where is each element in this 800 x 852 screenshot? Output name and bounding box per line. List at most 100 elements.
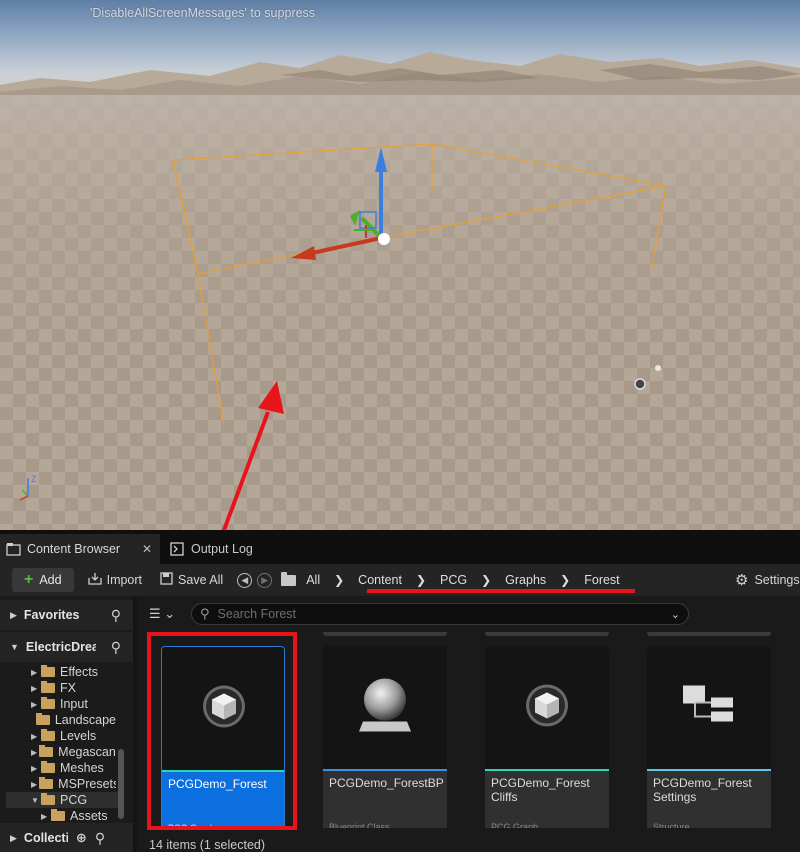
- import-button[interactable]: Import: [87, 568, 143, 592]
- folder-icon: [41, 729, 55, 741]
- folder-icon: [41, 697, 55, 709]
- tab-output-log[interactable]: Output Log: [164, 534, 274, 564]
- output-log-icon: [170, 542, 186, 556]
- asset-name: PCGDemo_ForestBP: [323, 771, 447, 828]
- expand-arrow-icon[interactable]: ▶: [31, 700, 39, 709]
- search-icon: ⚲: [200, 606, 210, 621]
- tree-scrollbar[interactable]: [118, 749, 124, 819]
- light-icon: [634, 365, 661, 390]
- add-collection-icon[interactable]: ⊕: [76, 830, 87, 846]
- sources-panel: ▶ Favorites ⚲ ▼ ElectricDreams ⚲ ▶ Effect…: [0, 596, 133, 852]
- collections-header[interactable]: ▶ Collections ⊕ ⚲: [0, 823, 133, 852]
- tree-item[interactable]: Landscape: [0, 712, 116, 728]
- tree-item-label: Effects: [60, 665, 98, 679]
- folder-icon: [51, 809, 65, 821]
- scene-overlay: Z: [19, 143, 667, 530]
- save-icon: [160, 572, 173, 588]
- tree-item[interactable]: ▶ Megascans: [0, 744, 116, 760]
- tree-item-label: FX: [60, 681, 76, 695]
- gear-icon: ⚙: [735, 572, 749, 589]
- breadcrumb-forest[interactable]: Forest: [584, 573, 619, 587]
- expand-arrow-icon[interactable]: ▶: [31, 748, 37, 757]
- tree-item[interactable]: ▶ Levels: [0, 728, 116, 744]
- favorites-header[interactable]: ▶ Favorites ⚲: [0, 600, 133, 630]
- content-browser-panel: Content Browser ✕ Output Log + Add Impor…: [0, 530, 800, 852]
- back-icon[interactable]: ◀: [237, 572, 253, 588]
- folder-icon: [41, 681, 55, 693]
- filter-icon[interactable]: ☰ ⌄: [149, 606, 175, 622]
- asset-thumbnail: [485, 646, 609, 769]
- favorites-label: Favorites: [23, 608, 80, 622]
- expand-arrow-icon: ▶: [10, 609, 17, 620]
- expand-arrow-icon[interactable]: ▶: [41, 812, 49, 821]
- breadcrumb-graphs[interactable]: Graphs: [505, 573, 546, 587]
- previous-row-tile-edge: [485, 632, 609, 636]
- breadcrumb-content[interactable]: Content: [358, 573, 402, 587]
- search-icon[interactable]: ⚲: [95, 830, 105, 847]
- content-browser-icon: [6, 542, 22, 556]
- import-icon: [87, 572, 102, 588]
- previous-row-tile-edge: [323, 632, 447, 636]
- settings-button[interactable]: ⚙ Settings: [735, 568, 800, 592]
- folder-icon: [41, 793, 55, 805]
- tree-item[interactable]: ▶ MSPresets: [0, 776, 116, 792]
- pcg-graph-icon: [522, 680, 572, 735]
- asset-name: PCGDemo_Forest Cliffs: [485, 771, 609, 828]
- folder-tree: ▶ Effects ▶ FX ▶ Input Landscape ▶ Levels ▶ Megasc…: [0, 664, 133, 824]
- tree-item[interactable]: ▶ FX: [0, 680, 116, 696]
- tree-item-label: Levels: [60, 729, 97, 743]
- axis-indicator: Z: [19, 474, 37, 501]
- breadcrumb-pcg[interactable]: PCG: [440, 573, 467, 587]
- asset-name: PCGDemo_Forest Settings: [647, 771, 771, 828]
- project-header[interactable]: ▼ ElectricDreams ⚲: [0, 632, 133, 662]
- level-viewport[interactable]: 'DisableAllScreenMessages' to suppress Z: [0, 0, 800, 530]
- tree-item-label: Megascans: [58, 745, 116, 759]
- folder-icon: [281, 571, 297, 586]
- asset-thumbnail: [323, 646, 447, 769]
- tree-item-label: Meshes: [60, 761, 104, 775]
- asset-tile[interactable]: PCGDemo_Forest Cliffs PCG Graph: [485, 646, 609, 828]
- tab-content-browser[interactable]: Content Browser ✕: [0, 534, 160, 564]
- unreal-editor: 'DisableAllScreenMessages' to suppress Z…: [0, 0, 800, 852]
- settings-label: Settings: [754, 573, 800, 587]
- tab-label: Output Log: [191, 542, 253, 556]
- import-label: Import: [106, 573, 143, 587]
- tree-item[interactable]: ▼ PCG: [6, 792, 119, 808]
- transform-gizmo: [291, 147, 390, 260]
- tree-item-label: MSPresets: [58, 777, 116, 791]
- search-icon[interactable]: ⚲: [111, 607, 121, 624]
- forward-icon[interactable]: ▶: [257, 572, 273, 588]
- expand-arrow-icon[interactable]: ▶: [31, 732, 39, 741]
- chevron-right-icon: ❯: [334, 573, 345, 587]
- breadcrumb-all[interactable]: All: [306, 573, 320, 587]
- annotation-highlight-box: [147, 632, 297, 830]
- close-icon[interactable]: ✕: [142, 542, 152, 556]
- expand-arrow-icon[interactable]: ▶: [31, 764, 39, 773]
- chevron-right-icon: ❯: [415, 573, 427, 587]
- expand-arrow-icon[interactable]: ▶: [31, 780, 37, 789]
- asset-tile[interactable]: PCGDemo_Forest Settings Structure: [647, 646, 771, 828]
- expand-arrow-icon[interactable]: ▶: [31, 684, 39, 693]
- tree-item-label: Assets: [70, 809, 108, 823]
- expand-arrow-icon[interactable]: ▶: [31, 668, 39, 677]
- filter-row: ☰ ⌄ ⚲ ⌄: [137, 596, 800, 632]
- tree-item[interactable]: ▶ Meshes: [0, 760, 116, 776]
- tree-item[interactable]: ▶ Assets: [0, 808, 116, 824]
- chevron-down-icon[interactable]: ⌄: [671, 608, 680, 621]
- tree-item-label: PCG: [60, 793, 88, 807]
- asset-thumbnail: [647, 646, 771, 769]
- asset-tile[interactable]: PCGDemo_ForestBP Blueprint Class: [323, 646, 447, 828]
- collapse-arrow-icon[interactable]: ▼: [31, 796, 39, 805]
- plus-icon: +: [24, 571, 34, 588]
- folder-icon: [41, 665, 55, 677]
- add-button[interactable]: + Add: [12, 568, 74, 592]
- svg-text:Z: Z: [31, 474, 37, 484]
- annotation-underline: [367, 589, 635, 593]
- tree-item-label: Input: [60, 697, 88, 711]
- search-icon[interactable]: ⚲: [111, 639, 121, 656]
- tree-item[interactable]: ▶ Effects: [0, 664, 116, 680]
- save-all-button[interactable]: Save All: [160, 568, 223, 592]
- search-input[interactable]: [217, 607, 658, 621]
- search-box[interactable]: ⚲ ⌄: [191, 603, 689, 625]
- tree-item[interactable]: ▶ Input: [0, 696, 116, 712]
